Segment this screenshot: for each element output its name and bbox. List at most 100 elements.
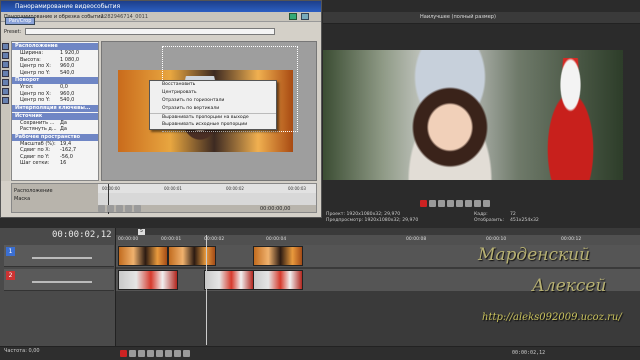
- preset-label: Preset:: [4, 29, 22, 35]
- property-name: Шаг сетки:: [20, 160, 50, 166]
- zoom-icon[interactable]: [2, 52, 9, 59]
- ruler-tick-label: 00:00:00: [102, 186, 120, 191]
- ruler-tick-label: 00:00:08: [406, 237, 427, 242]
- property-value[interactable]: 540,0: [60, 70, 98, 77]
- dialog-transport: 00:00:00,00: [98, 205, 316, 213]
- loop-icon[interactable]: [129, 350, 136, 357]
- context-menu-item[interactable]: Центрировать: [150, 89, 276, 97]
- track-number: 1: [6, 247, 15, 256]
- add-keyframe-icon[interactable]: [116, 205, 123, 212]
- end-icon[interactable]: [183, 350, 190, 357]
- context-menu-item[interactable]: Отразить по горизонтали: [150, 97, 276, 105]
- dialog-timecode: 00:00:00,00: [260, 206, 291, 212]
- marker-label[interactable]: 5: [138, 229, 145, 235]
- property-section-header[interactable]: Расположение: [12, 43, 98, 50]
- next-frame-icon[interactable]: [474, 200, 481, 207]
- property-row[interactable]: Шаг сетки: 16: [12, 160, 98, 167]
- project-value: 1920x1080x32; 29,970: [346, 212, 401, 217]
- frame-info: Кадр: Отобразить:: [474, 212, 504, 224]
- property-row[interactable]: Центр по Y: 540,0: [12, 70, 98, 77]
- level-slider[interactable]: [32, 257, 92, 259]
- video-clip[interactable]: [253, 270, 303, 290]
- track-header-2[interactable]: 2: [4, 269, 114, 291]
- last-keyframe-icon[interactable]: [134, 205, 141, 212]
- timeline-ruler[interactable]: 00:00:00 00:00:01 00:00:02 00:00:04 00:00:08…: [116, 235, 640, 245]
- video-clip[interactable]: [118, 246, 168, 266]
- preview-quality-select[interactable]: Наилучшее (полный размер): [420, 14, 496, 20]
- preview-frame: [323, 50, 623, 180]
- settings-icon[interactable]: [301, 13, 309, 20]
- ruler-tick-label: 00:00:02: [226, 186, 244, 191]
- context-menu-item[interactable]: Выравнивать пропорции на выходе: [150, 113, 276, 121]
- ruler-tick-label: 00:00:00: [118, 237, 139, 242]
- playhead-cursor[interactable]: [206, 235, 207, 345]
- record-icon[interactable]: [420, 200, 427, 207]
- property-name: Центр по Y:: [20, 97, 50, 103]
- move-freely-icon[interactable]: [2, 79, 9, 86]
- property-row[interactable]: Растянуть д... Да: [12, 126, 98, 133]
- properties-panel: Расположение Ширина: 1 920,0 Высота: 1 080,0…: [11, 41, 99, 181]
- video-clip[interactable]: [204, 270, 254, 290]
- next-keyframe-icon[interactable]: [125, 205, 132, 212]
- context-menu-item[interactable]: Восстановить: [150, 81, 276, 89]
- track-header-1[interactable]: 1: [4, 245, 114, 267]
- prev-keyframe-icon[interactable]: [107, 205, 114, 212]
- video-clip[interactable]: [118, 270, 178, 290]
- woman-in-fur-hat: [375, 50, 525, 180]
- record-icon[interactable]: [120, 350, 127, 357]
- property-value[interactable]: 540,0: [60, 97, 98, 104]
- lock-aspect-icon[interactable]: [2, 61, 9, 68]
- level-slider[interactable]: [32, 281, 92, 283]
- pause-icon[interactable]: [447, 200, 454, 207]
- watermark-name: Марденский: [478, 245, 591, 265]
- property-name: Растянуть д...: [20, 126, 57, 132]
- tool-column: [1, 41, 10, 181]
- ruler-tick-label: 00:00:03: [288, 186, 306, 191]
- property-section-header[interactable]: Поворот: [12, 77, 98, 84]
- tab-pan-crop[interactable]: Pan/Crop: [5, 17, 36, 25]
- property-value[interactable]: 16: [60, 160, 98, 167]
- video-clip[interactable]: [253, 246, 303, 266]
- prev-frame-icon[interactable]: [165, 350, 172, 357]
- prev-frame-icon[interactable]: [465, 200, 472, 207]
- mask-track-label[interactable]: Маска: [14, 196, 30, 202]
- display-value: 451x254x32: [510, 218, 539, 223]
- track-number: 2: [6, 271, 15, 280]
- property-section-header[interactable]: Источник: [12, 112, 98, 120]
- context-menu-item[interactable]: Отразить по вертикали: [150, 105, 276, 113]
- enable-icon[interactable]: [289, 13, 297, 20]
- preview-value: 1920x1080x32; 29,970: [364, 218, 419, 223]
- preview-label: Предпросмотр:: [326, 218, 364, 223]
- preset-select[interactable]: [25, 28, 275, 35]
- mask-icon[interactable]: [2, 97, 9, 104]
- property-section-header[interactable]: Интерполяция ключевы...: [12, 104, 98, 112]
- context-menu-item[interactable]: Выравнивать исходные пропорции: [150, 121, 276, 129]
- project-info: Проект: 1920x1080x32; 29,970 Предпросмот…: [326, 212, 418, 224]
- ruler-tick-label: 00:00:01: [161, 237, 182, 242]
- dialog-title: Панорамирование видеособытия: [15, 3, 121, 10]
- santa-figure: [533, 58, 608, 180]
- property-section-header[interactable]: Рабочее пространство: [12, 133, 98, 141]
- loop-icon[interactable]: [429, 200, 436, 207]
- play-icon[interactable]: [438, 200, 445, 207]
- ruler-tick-label: 00:00:10: [486, 237, 507, 242]
- play-icon[interactable]: [138, 350, 145, 357]
- stop-icon[interactable]: [156, 350, 163, 357]
- scale-center-icon[interactable]: [2, 70, 9, 77]
- keyframe-area[interactable]: [98, 193, 316, 205]
- video-clip[interactable]: [168, 246, 216, 266]
- pause-icon[interactable]: [147, 350, 154, 357]
- normal-edit-icon[interactable]: [2, 43, 9, 50]
- property-row[interactable]: Центр по Y: 540,0: [12, 97, 98, 104]
- dialog-title-bar[interactable]: Панорамирование видеособытия: [1, 1, 321, 12]
- first-keyframe-icon[interactable]: [98, 205, 105, 212]
- bottom-timecode: 00:00:02,12: [512, 350, 546, 356]
- next-frame-icon[interactable]: [174, 350, 181, 357]
- property-value[interactable]: Да: [60, 126, 98, 133]
- ruler-tick-label: 00:00:04: [266, 237, 287, 242]
- display-label: Отобразить:: [474, 218, 505, 223]
- dialog-ruler: 00:00:00 00:00:01 00:00:02 00:00:03: [98, 184, 316, 193]
- snap-grid-icon[interactable]: [2, 88, 9, 95]
- end-icon[interactable]: [483, 200, 490, 207]
- stop-icon[interactable]: [456, 200, 463, 207]
